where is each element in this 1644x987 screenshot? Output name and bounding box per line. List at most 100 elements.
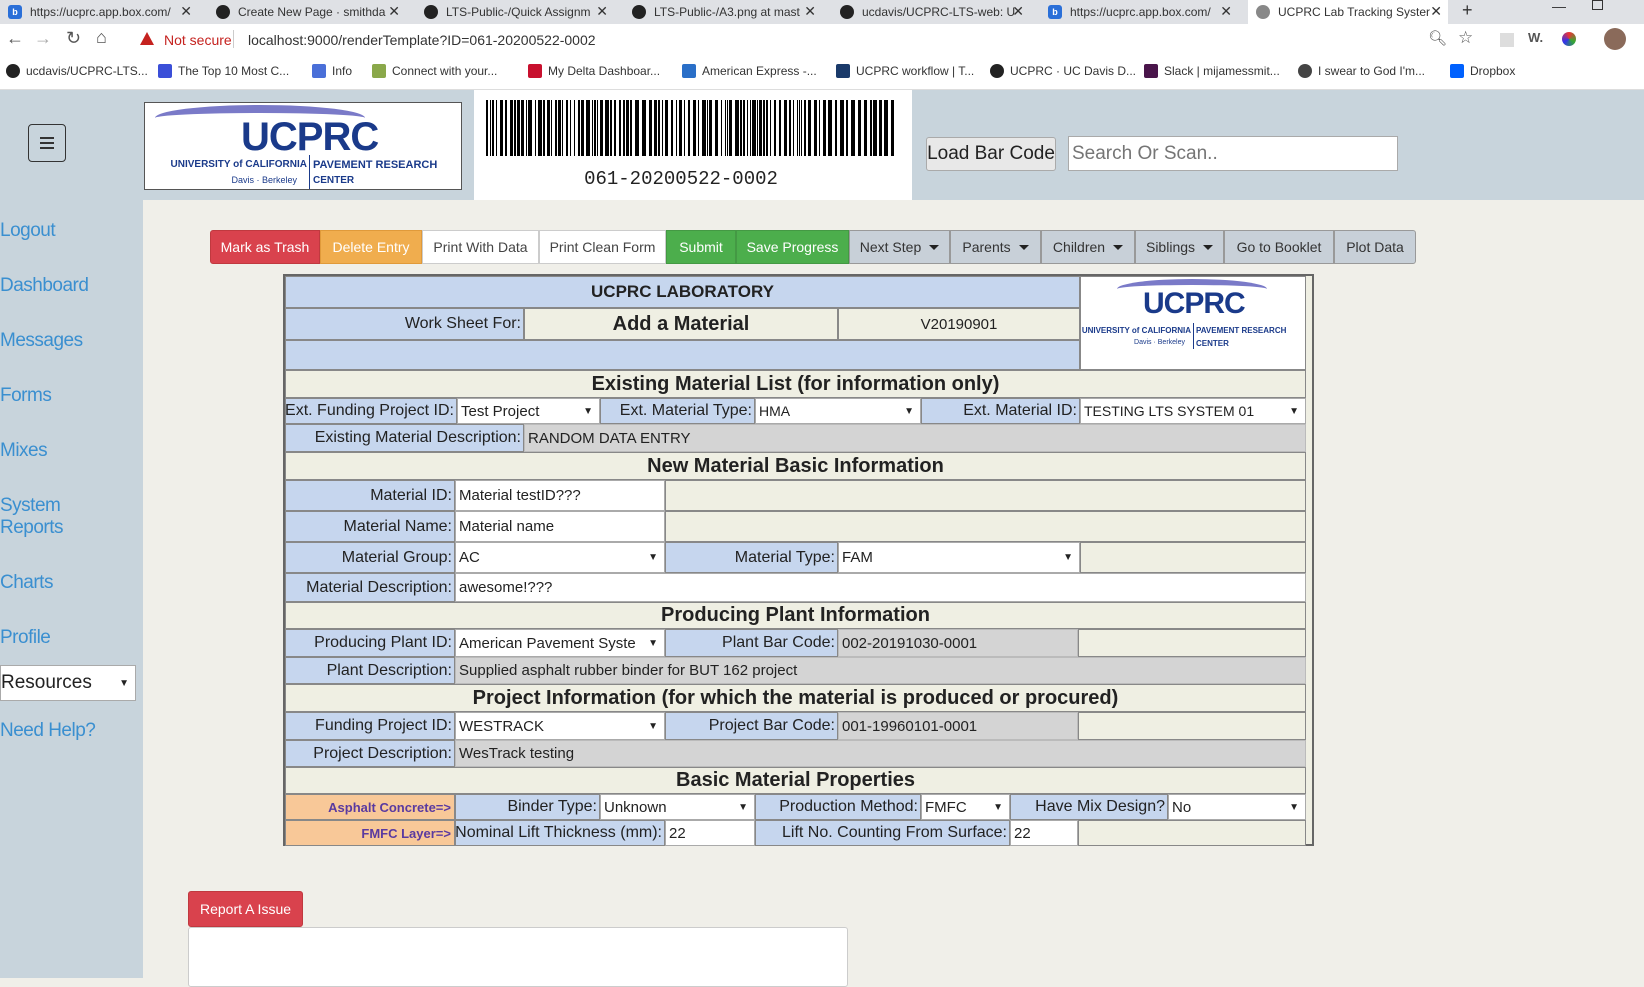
sidebar-item-dashboard[interactable]: Dashboard (0, 275, 89, 297)
close-tab-icon[interactable]: ✕ (1012, 3, 1024, 20)
forward-icon[interactable]: → (34, 28, 52, 49)
close-tab-icon[interactable]: ✕ (1220, 3, 1232, 20)
extension-color-icon[interactable] (1562, 32, 1576, 46)
ucprc-logo[interactable]: UCPRC UNIVERSITY of CALIFORNIA Davis · B… (144, 102, 462, 190)
go-to-booklet-button[interactable]: Go to Booklet (1224, 230, 1334, 264)
parents-dropdown[interactable]: Parents (950, 230, 1041, 264)
bookmark-item[interactable]: Slack | mijamessmit... (1144, 64, 1280, 78)
print-clean-form-button[interactable]: Print Clean Form (539, 230, 666, 264)
bookmark-item[interactable]: UCPRC workflow | T... (836, 64, 974, 78)
barcode-bar (766, 100, 768, 156)
material-type-select[interactable]: FAM ▼ (838, 542, 1080, 573)
browser-tab[interactable]: b https://ucprc.app.box.com/✕ (1040, 0, 1238, 24)
browser-tab-active[interactable]: UCPRC Lab Tracking Syster ✕ (1248, 0, 1448, 24)
existing-desc-label: Existing Material Description: (285, 424, 524, 452)
bookmark-item[interactable]: UCPRC · UC Davis D... (990, 64, 1136, 78)
star-icon[interactable]: ☆ (1458, 28, 1473, 48)
material-desc-input[interactable]: awesome!??? (455, 573, 1306, 602)
barcode-bar (823, 100, 826, 156)
material-id-input[interactable]: Material testID??? (455, 480, 665, 511)
existing-material-header: Existing Material List (for information … (285, 370, 1306, 398)
browser-tab[interactable]: ucdavis/UCPRC-LTS-web: U ✕ (832, 0, 1030, 24)
empty-cell (1078, 712, 1306, 740)
barcode-bar (721, 100, 722, 156)
minimize-icon[interactable]: — (1552, 0, 1566, 14)
next-step-dropdown[interactable]: Next Step (849, 230, 950, 264)
close-tab-icon[interactable]: ✕ (180, 3, 192, 20)
browser-tab[interactable]: Create New Page · smithda ✕ (208, 0, 406, 24)
restore-icon[interactable] (1592, 0, 1603, 10)
browser-tab[interactable]: LTS-Public-/Quick Assignm ✕ (416, 0, 614, 24)
back-icon[interactable]: ← (6, 28, 24, 49)
browser-tab[interactable]: b https://ucprc.app.box.com/✕ (0, 0, 198, 24)
box-icon: b (1048, 5, 1062, 19)
bookmark-item[interactable]: Connect with your... (372, 64, 497, 78)
children-dropdown[interactable]: Children (1041, 230, 1135, 264)
ext-material-id-select[interactable]: TESTING LTS SYSTEM 01 ▼ (1080, 398, 1306, 424)
barcode-bar (551, 100, 552, 156)
profile-avatar[interactable] (1604, 28, 1626, 50)
sidebar-item-forms[interactable]: Forms (0, 385, 52, 407)
barcode-bar (715, 100, 718, 156)
new-tab-icon[interactable]: + (1462, 0, 1473, 21)
binder-type-select[interactable]: Unknown ▼ (600, 794, 755, 820)
print-with-data-button[interactable]: Print With Data (422, 230, 539, 264)
mark-trash-button[interactable]: Mark as Trash (210, 230, 320, 264)
siblings-dropdown[interactable]: Siblings (1135, 230, 1224, 264)
material-group-select[interactable]: AC ▼ (455, 542, 665, 573)
close-tab-icon[interactable]: ✕ (596, 3, 608, 20)
zoom-icon[interactable]: 🔍︎ (1428, 29, 1447, 47)
hamburger-menu-button[interactable] (28, 124, 66, 162)
home-icon[interactable]: ⌂ (96, 27, 107, 48)
extension-w-icon[interactable]: W. (1528, 30, 1543, 45)
resources-select[interactable]: Resources ▼ (0, 665, 136, 701)
lift-no-label: Lift No. Counting From Surface: (755, 820, 1010, 846)
bookmark-item[interactable]: American Express -... (682, 64, 817, 78)
bookmark-item[interactable]: Dropbox (1450, 64, 1515, 78)
ext-material-type-select[interactable]: HMA ▼ (755, 398, 921, 424)
lift-thickness-input[interactable]: 22 (665, 820, 755, 846)
bookmark-item[interactable]: The Top 10 Most C... (158, 64, 289, 78)
ext-funding-select[interactable]: Test Project ▼ (457, 398, 600, 424)
production-method-label: Production Method: (755, 794, 921, 820)
bookmark-item[interactable]: Info (312, 64, 352, 78)
github-icon (424, 5, 438, 19)
close-tab-icon[interactable]: ✕ (804, 3, 816, 20)
plant-id-select[interactable]: American Pavement Syste ▼ (455, 629, 665, 657)
material-name-input[interactable]: Material name (455, 511, 665, 542)
empty-cell (1080, 542, 1306, 573)
logo-divider (309, 155, 310, 189)
save-progress-button[interactable]: Save Progress (736, 230, 849, 264)
sidebar-item-mixes[interactable]: Mixes (0, 440, 48, 462)
bookmark-item[interactable]: ucdavis/UCPRC-LTS... (6, 64, 148, 78)
sidebar-item-charts[interactable]: Charts (0, 572, 53, 594)
funding-id-select[interactable]: WESTRACK ▼ (455, 712, 665, 740)
production-method-select[interactable]: FMFC ▼ (921, 794, 1010, 820)
extension-icon[interactable] (1500, 33, 1514, 47)
close-tab-icon[interactable]: ✕ (1430, 3, 1442, 20)
barcode-bar (676, 100, 677, 156)
bookmark-item[interactable]: I swear to God I'm... (1298, 64, 1425, 78)
lift-no-input[interactable]: 22 (1010, 820, 1078, 846)
sidebar-item-need-help[interactable]: Need Help? (0, 720, 96, 742)
delete-entry-button[interactable]: Delete Entry (320, 230, 422, 264)
slack-icon (1144, 64, 1158, 78)
reload-icon[interactable]: ↻ (66, 28, 81, 49)
report-issue-button[interactable]: Report A Issue (188, 891, 303, 927)
submit-button[interactable]: Submit (666, 230, 736, 264)
mix-design-select[interactable]: No ▼ (1168, 794, 1306, 820)
browser-tab[interactable]: LTS-Public-/A3.png at mast ✕ (624, 0, 822, 24)
sidebar-item-logout[interactable]: Logout (0, 220, 56, 242)
search-input[interactable] (1068, 136, 1398, 171)
issue-textarea[interactable] (188, 927, 848, 987)
bookmark-item[interactable]: My Delta Dashboar... (528, 64, 660, 78)
security-status[interactable]: Not secure (164, 32, 232, 48)
github-icon (216, 5, 230, 19)
url-field[interactable]: localhost:9000/renderTemplate?ID=061-202… (248, 32, 596, 48)
sidebar-item-system-reports[interactable]: System Reports (0, 495, 64, 539)
sidebar-item-profile[interactable]: Profile (0, 627, 51, 649)
plot-data-button[interactable]: Plot Data (1334, 230, 1416, 264)
load-barcode-button[interactable]: Load Bar Code (926, 137, 1056, 171)
close-tab-icon[interactable]: ✕ (388, 3, 400, 20)
sidebar-item-messages[interactable]: Messages (0, 330, 83, 352)
